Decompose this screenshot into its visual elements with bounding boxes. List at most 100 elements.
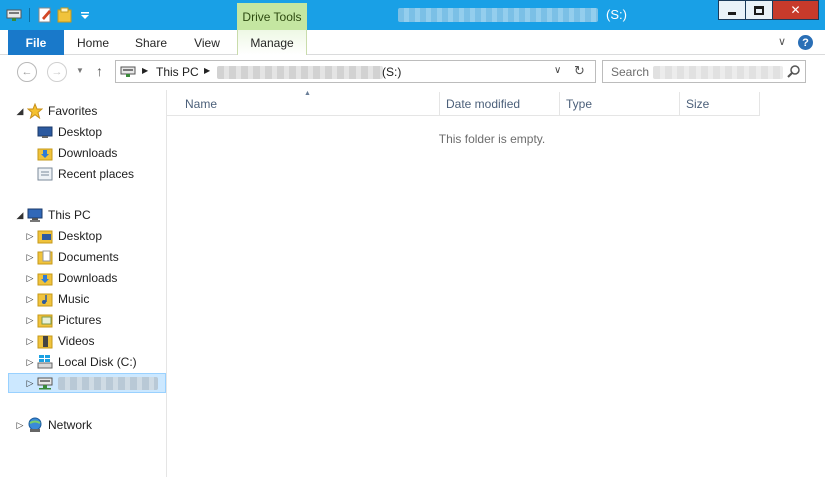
tab-file[interactable]: File: [8, 30, 64, 55]
tree-label: Favorites: [48, 104, 98, 118]
help-icon[interactable]: ?: [798, 35, 813, 50]
tree-item-documents[interactable]: ▷ Documents: [25, 247, 119, 267]
tree-item-favorites-desktop[interactable]: Desktop: [25, 122, 102, 142]
expand-arrow-icon[interactable]: ▷: [25, 357, 35, 368]
tree-item-local-disk-c[interactable]: ▷ Local Disk (C:): [25, 352, 137, 372]
address-history-dropdown-icon[interactable]: ∨: [554, 65, 561, 76]
column-header-name[interactable]: ▲ Name: [167, 90, 440, 116]
downloads-folder-icon: [37, 270, 53, 286]
collapse-arrow-icon[interactable]: ◢: [15, 106, 25, 117]
close-button[interactable]: ✕: [772, 0, 819, 20]
tree-item-network-drive-s-selected[interactable]: ▷: [8, 373, 166, 393]
recent-locations-dropdown-icon[interactable]: ▼: [76, 66, 84, 75]
downloads-folder-icon: [37, 145, 53, 161]
collapse-arrow-icon[interactable]: ◢: [15, 210, 25, 221]
minimize-button[interactable]: [718, 0, 746, 20]
tree-item-recent-places[interactable]: Recent places: [25, 164, 134, 184]
search-scope-redacted: [653, 66, 783, 79]
tree-item-favorites[interactable]: ◢ Favorites: [15, 101, 97, 121]
tree-label: Documents: [58, 250, 119, 264]
tab-home[interactable]: Home: [64, 30, 122, 55]
documents-folder-icon: [37, 249, 53, 265]
breadcrumb-drive-letter[interactable]: (S:): [382, 65, 401, 79]
expand-arrow-icon[interactable]: ▷: [25, 315, 35, 326]
expand-arrow-icon[interactable]: ▷: [25, 294, 35, 305]
tree-item-this-pc[interactable]: ◢ This PC: [15, 205, 91, 225]
drive-tools-context-label: Drive Tools: [237, 3, 307, 30]
properties-icon[interactable]: [37, 7, 53, 23]
column-header-type[interactable]: Type: [560, 92, 680, 116]
tab-manage[interactable]: Manage: [237, 30, 307, 55]
column-header-size[interactable]: Size: [680, 92, 760, 116]
tree-item-desktop[interactable]: ▷ Desktop: [25, 226, 102, 246]
breadcrumb-separator-icon[interactable]: ▶: [142, 66, 148, 75]
empty-folder-message: This folder is empty.: [438, 132, 546, 146]
expand-arrow-icon[interactable]: ▷: [25, 231, 35, 242]
tree-label: Videos: [58, 334, 95, 348]
up-button[interactable]: ↑: [96, 63, 103, 79]
pictures-folder-icon: [37, 312, 53, 328]
network-icon: [27, 417, 43, 433]
tree-label: Desktop: [58, 125, 103, 139]
tree-item-music[interactable]: ▷ Music: [25, 289, 89, 309]
videos-folder-icon: [37, 333, 53, 349]
tree-item-downloads[interactable]: ▷ Downloads: [25, 268, 117, 288]
desktop-folder-icon: [37, 228, 53, 244]
window-title-drive-letter: (S:): [606, 7, 627, 22]
column-header-label: Size: [686, 96, 710, 111]
desktop-icon: [37, 124, 53, 140]
sort-ascending-icon: ▲: [304, 90, 311, 97]
file-list-view[interactable]: ▲ Name Date modified Type Size This fold…: [167, 90, 825, 477]
tree-label: Desktop: [58, 229, 103, 243]
star-icon: [26, 102, 44, 120]
expand-arrow-icon[interactable]: ▷: [25, 273, 35, 284]
new-folder-icon[interactable]: [57, 7, 73, 23]
tree-label: Music: [58, 292, 90, 306]
breadcrumb-separator-icon[interactable]: ▶: [204, 66, 210, 75]
column-header-label: Name: [185, 96, 218, 111]
expand-ribbon-icon[interactable]: ∨: [778, 35, 786, 48]
refresh-icon[interactable]: ↻: [574, 63, 585, 79]
local-disk-icon: [37, 354, 53, 370]
system-menu-drive-icon[interactable]: [6, 7, 22, 23]
recent-places-icon: [37, 166, 53, 182]
expand-arrow-icon[interactable]: ▷: [25, 336, 35, 347]
breadcrumb-this-pc[interactable]: This PC: [156, 65, 199, 79]
tree-label: Network: [48, 418, 93, 432]
computer-icon: [27, 207, 43, 223]
tree-item-network[interactable]: ▷ Network: [15, 415, 92, 435]
minimize-icon: [728, 11, 736, 15]
qat-separator: [29, 8, 30, 22]
column-header-date-modified[interactable]: Date modified: [440, 92, 560, 116]
tree-label: This PC: [48, 208, 91, 222]
address-bar[interactable]: ▶ This PC ▶ (S:) ∨ ↻: [115, 60, 596, 83]
tree-item-pictures[interactable]: ▷ Pictures: [25, 310, 101, 330]
close-icon: ✕: [790, 3, 801, 17]
window-title-redacted: [398, 8, 598, 22]
tree-item-videos[interactable]: ▷ Videos: [25, 331, 94, 351]
tree-label: Downloads: [58, 146, 118, 160]
back-button[interactable]: ←: [17, 62, 37, 82]
expand-arrow-icon[interactable]: ▷: [15, 420, 25, 431]
expand-arrow-icon[interactable]: ▷: [25, 252, 35, 263]
column-header-label: Date modified: [446, 96, 521, 111]
search-placeholder: Search: [611, 65, 650, 79]
customize-dropdown-icon[interactable]: [77, 7, 93, 23]
network-drive-icon: [37, 375, 53, 391]
tree-label: Pictures: [58, 313, 102, 327]
maximize-button[interactable]: [745, 0, 773, 20]
navigation-pane[interactable]: ◢ Favorites Desktop Downloads Recent pla…: [0, 90, 166, 477]
navigation-row: ← → ▼ ↑ ▶ This PC ▶ (S:) ∨ ↻ Search: [0, 56, 825, 90]
tree-label: Downloads: [58, 271, 118, 285]
breadcrumb-drive-name-redacted[interactable]: [217, 66, 383, 79]
search-box[interactable]: Search: [602, 60, 806, 83]
search-icon[interactable]: [787, 64, 801, 78]
maximize-icon: [754, 5, 764, 15]
title-bar: Drive Tools (S:) ✕: [0, 0, 825, 30]
tree-item-favorites-downloads[interactable]: Downloads: [25, 143, 117, 163]
tab-share[interactable]: Share: [122, 30, 180, 55]
tab-view[interactable]: View: [180, 30, 234, 55]
column-header-label: Type: [566, 96, 593, 111]
forward-button[interactable]: →: [47, 62, 67, 82]
expand-arrow-icon[interactable]: ▷: [25, 378, 35, 389]
